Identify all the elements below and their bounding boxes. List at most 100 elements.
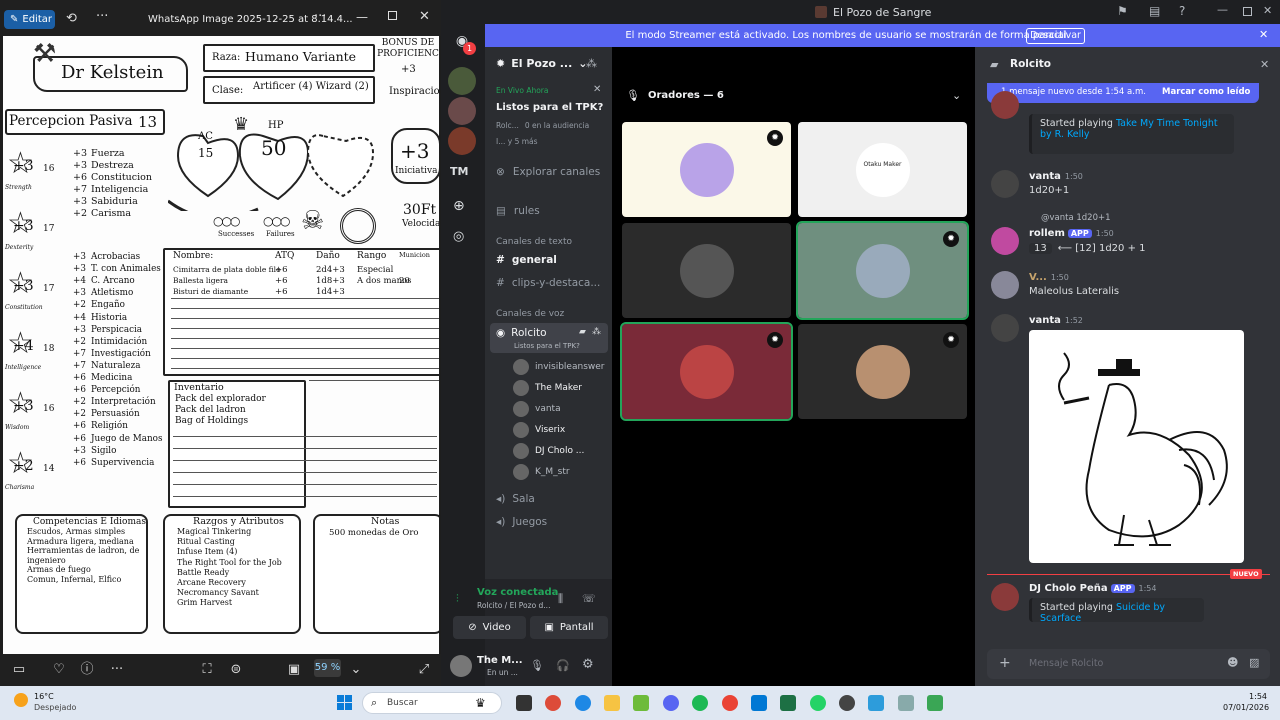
app-icon[interactable] [927, 695, 943, 711]
app-icon[interactable] [839, 695, 855, 711]
new-messages-banner[interactable]: 1 mensaje nuevo desde 1:54 a.m. Marcar c… [987, 83, 1259, 103]
reply-preview[interactable]: @vanta 1d20+1 [1041, 213, 1111, 223]
spotify-icon[interactable] [692, 695, 708, 711]
minimize-icon[interactable]: — [356, 10, 368, 24]
calculator-icon[interactable] [898, 695, 914, 711]
add-server-icon[interactable]: ⊕ [453, 198, 465, 214]
filmstrip-icon[interactable]: ▭ [11, 662, 27, 678]
discord-taskbar-icon[interactable] [663, 695, 679, 711]
server-icon[interactable] [448, 127, 476, 155]
favorite-heart-icon[interactable]: ♡ [51, 662, 67, 678]
server-icon[interactable] [448, 67, 476, 95]
chevron-down-icon[interactable]: ⌄ [348, 662, 364, 678]
message-input-box[interactable]: + Mensaje Rolcito ☻ ▨ [987, 649, 1270, 679]
message-author[interactable]: DJ Cholo Peña [1029, 583, 1108, 594]
search-input[interactable]: Buscar [387, 698, 418, 708]
close-live-icon[interactable]: ✕ [593, 84, 601, 95]
temperature[interactable]: 16°C [34, 692, 54, 701]
chrome-icon[interactable] [545, 695, 561, 711]
message-author[interactable]: V... [1029, 272, 1047, 283]
app-icon[interactable] [633, 695, 649, 711]
file-explorer-icon[interactable] [604, 695, 620, 711]
speaker-tile[interactable]: ✹ [622, 122, 791, 217]
avatar[interactable] [991, 271, 1019, 299]
speaker-tile[interactable]: ✹ [620, 322, 793, 421]
server-icon[interactable] [448, 97, 476, 125]
maximize-icon[interactable] [1243, 7, 1252, 16]
speaker-tile[interactable] [622, 223, 791, 318]
message-author[interactable]: vanta [1029, 315, 1061, 326]
avatar[interactable] [991, 583, 1019, 611]
microphone-icon[interactable]: 🎙 [530, 659, 544, 672]
clock-time[interactable]: 1:54 [1223, 692, 1267, 701]
flag-icon[interactable]: ⚑ [1117, 4, 1128, 18]
more-icon[interactable]: ··· [109, 662, 125, 678]
rooster-image[interactable] [1029, 330, 1244, 563]
whatsapp-icon[interactable] [810, 695, 826, 711]
message-author[interactable]: vanta [1029, 171, 1061, 182]
more-options-icon[interactable]: ··· [314, 9, 326, 24]
edit-button[interactable]: ✎ Editar [4, 10, 55, 29]
voice-connected-label[interactable]: Voz conectada [477, 587, 558, 598]
avatar[interactable] [991, 227, 1019, 255]
voice-user[interactable]: The Maker [513, 380, 582, 396]
server-initials[interactable]: TM [450, 165, 468, 178]
close-icon[interactable]: ✕ [1263, 4, 1272, 17]
zoom-level[interactable]: 59 % [314, 659, 341, 677]
fullscreen-icon[interactable]: ⤢ [416, 662, 432, 678]
text-category[interactable]: Canales de texto [496, 237, 572, 247]
avatar[interactable] [991, 91, 1019, 119]
disable-streamer-button[interactable]: Desactivar [1026, 28, 1085, 44]
excel-icon[interactable] [780, 695, 796, 711]
inbox-icon[interactable]: ▤ [1149, 4, 1160, 18]
voice-user[interactable]: Viserix [513, 422, 565, 438]
channel-rules[interactable]: ▤ rules [496, 205, 540, 217]
disconnect-icon[interactable]: ☏ [582, 592, 596, 605]
edge-app-icon[interactable] [751, 695, 767, 711]
fit-screen-icon[interactable]: ▣ [286, 662, 302, 678]
voice-user[interactable]: K_M_str [513, 464, 570, 480]
voice-user[interactable]: DJ Cholo ... [513, 443, 584, 459]
channel-juegos[interactable]: ◂) Juegos [496, 516, 547, 528]
voice-user[interactable]: invisibleanswer [513, 359, 604, 375]
maximize-icon[interactable] [388, 11, 397, 20]
minimize-icon[interactable]: — [1217, 3, 1228, 16]
avatar[interactable] [450, 655, 472, 677]
speaker-tile[interactable]: Otaku Maker [798, 122, 967, 217]
close-banner-icon[interactable]: ✕ [1259, 28, 1268, 41]
voice-category[interactable]: Canales de voz [496, 309, 564, 319]
add-member-icon[interactable]: ⁂ [586, 57, 597, 70]
chevron-down-icon[interactable]: ⌄ [952, 89, 961, 102]
task-view-icon[interactable] [516, 695, 532, 711]
chat-icon[interactable]: ▰ [579, 327, 586, 337]
message-author[interactable]: rollem [1029, 228, 1065, 239]
help-icon[interactable]: ? [1179, 4, 1185, 18]
crop-icon[interactable]: ⛶ [199, 662, 215, 678]
server-header[interactable]: ✹ El Pozo ... ⌄ [496, 57, 588, 70]
close-icon[interactable]: ✕ [419, 9, 430, 24]
clock-date[interactable]: 07/01/2026 [1223, 703, 1269, 712]
compare-icon[interactable]: ⊜ [228, 662, 244, 678]
close-chat-icon[interactable]: ✕ [1260, 58, 1269, 71]
start-windows-icon[interactable] [337, 695, 352, 710]
avatar[interactable] [991, 314, 1019, 342]
discover-icon[interactable]: ◎ [453, 229, 464, 244]
explore-channels[interactable]: ⊗ Explorar canales [496, 166, 600, 178]
screen-share-button[interactable]: ▣ Pantall [530, 616, 608, 639]
mark-read-button[interactable]: Marcar como leído [1162, 87, 1250, 97]
browser-icon[interactable] [722, 695, 738, 711]
avatar[interactable] [991, 170, 1019, 198]
add-attachment-icon[interactable]: + [999, 655, 1011, 671]
user-name[interactable]: The M... [477, 655, 523, 666]
channel-clips[interactable]: # clips-y-destaca... [496, 277, 600, 289]
speaker-tile[interactable]: ✹ [796, 221, 969, 320]
message-input[interactable]: Mensaje Rolcito [1029, 658, 1103, 669]
photos-icon[interactable] [868, 695, 884, 711]
voice-user[interactable]: vanta [513, 401, 561, 417]
search-box[interactable]: ⌕ Buscar ♛ [362, 692, 502, 714]
emoji-icon[interactable]: ☻ [1227, 656, 1238, 669]
channel-sala[interactable]: ◂) Sala [496, 493, 535, 505]
edge-icon[interactable] [575, 695, 591, 711]
more-icon[interactable]: ··· [96, 9, 108, 24]
channel-general[interactable]: # general [496, 254, 557, 266]
